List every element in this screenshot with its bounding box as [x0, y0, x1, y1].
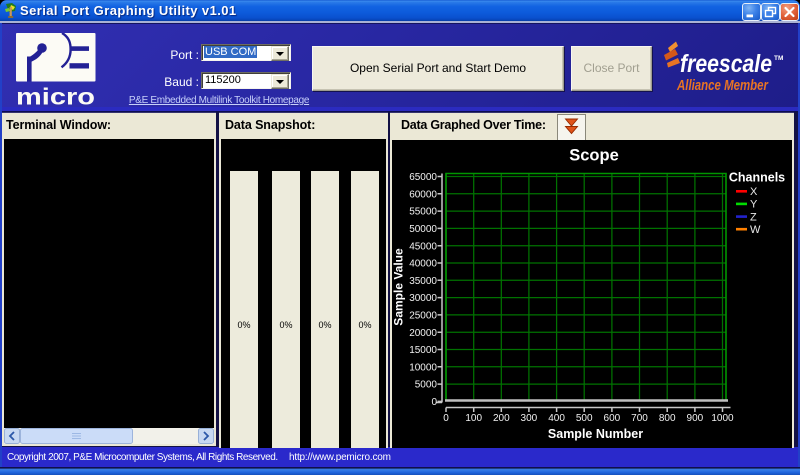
svg-text:20000: 20000: [409, 328, 437, 339]
svg-text:600: 600: [604, 413, 621, 424]
svg-text:35000: 35000: [409, 276, 437, 287]
svg-text:Sample Value: Sample Value: [392, 248, 406, 326]
svg-text:0: 0: [443, 413, 449, 424]
svg-text:50000: 50000: [409, 224, 437, 235]
svg-text:freescale: freescale: [680, 50, 772, 78]
svg-text:10000: 10000: [409, 362, 437, 373]
svg-text:1000: 1000: [711, 413, 734, 424]
svg-text:55000: 55000: [409, 207, 437, 218]
svg-text:0: 0: [431, 397, 437, 408]
svg-text:Sample Number: Sample Number: [548, 427, 643, 441]
svg-text:Scope: Scope: [569, 147, 619, 165]
svg-text:400: 400: [548, 413, 565, 424]
svg-text:Channels: Channels: [729, 171, 785, 185]
svg-text:700: 700: [631, 413, 648, 424]
svg-text:X: X: [750, 186, 758, 198]
svg-text:65000: 65000: [409, 172, 437, 183]
svg-text:Y: Y: [750, 199, 758, 211]
svg-text:200: 200: [493, 413, 510, 424]
svg-text:800: 800: [659, 413, 676, 424]
svg-text:45000: 45000: [409, 241, 437, 252]
svg-text:5000: 5000: [415, 380, 438, 391]
svg-text:micro: micro: [16, 85, 95, 107]
svg-text:40000: 40000: [409, 259, 437, 270]
svg-text:25000: 25000: [409, 311, 437, 322]
svg-text:W: W: [750, 224, 761, 236]
svg-text:15000: 15000: [409, 345, 437, 356]
svg-text:Alliance Member: Alliance Member: [676, 77, 769, 94]
svg-text:900: 900: [687, 413, 704, 424]
svg-text:60000: 60000: [409, 189, 437, 200]
svg-text:500: 500: [576, 413, 593, 424]
svg-text:30000: 30000: [409, 293, 437, 304]
svg-text:100: 100: [465, 413, 482, 424]
svg-text:TM: TM: [774, 55, 783, 62]
svg-text:Z: Z: [750, 211, 757, 223]
svg-text:300: 300: [521, 413, 538, 424]
